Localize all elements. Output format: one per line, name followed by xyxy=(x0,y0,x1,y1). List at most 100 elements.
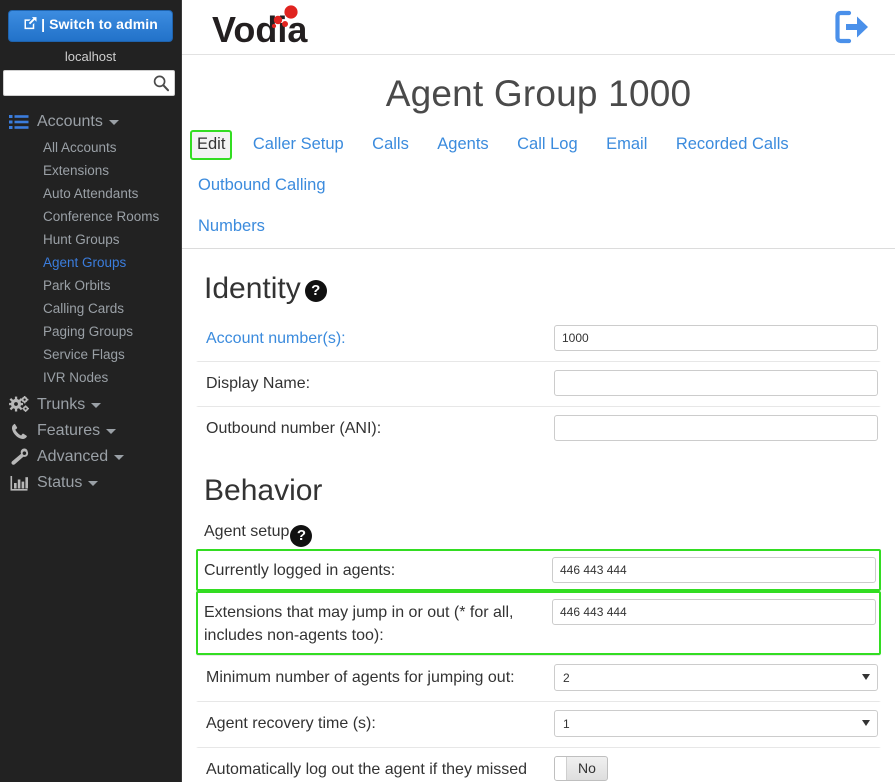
chevron-down-icon xyxy=(91,402,102,408)
auto-logout-toggle[interactable]: No xyxy=(554,756,608,781)
chevron-down-icon xyxy=(88,480,99,486)
field-label: Minimum number of agents for jumping out… xyxy=(206,669,515,686)
sidebar-group-label: Advanced xyxy=(37,448,109,465)
sidebar-group-label: Trunks xyxy=(37,396,86,413)
sidebar-item-service-flags[interactable]: Service Flags xyxy=(0,343,181,366)
tab-caller-setup[interactable]: Caller Setup xyxy=(245,129,352,161)
identity-title-text: Identity xyxy=(204,272,301,305)
search-input[interactable] xyxy=(3,70,175,96)
field-label: Display Name: xyxy=(206,375,311,392)
tab-call-log[interactable]: Call Log xyxy=(509,129,586,161)
vodia-logo: Vodia xyxy=(212,3,310,58)
field-row-display-name: Display Name: xyxy=(196,361,881,406)
field-label: Extensions that may jump in or out (* fo… xyxy=(204,604,514,644)
sign-out-icon xyxy=(833,10,871,50)
behavior-section-title: Behavior xyxy=(204,474,323,507)
agent-setup-subheading: Agent setup? xyxy=(196,519,881,549)
switch-to-admin-label: | Switch to admin xyxy=(41,16,158,32)
field-control xyxy=(552,599,876,625)
sidebar-item-park-orbits[interactable]: Park Orbits xyxy=(0,274,181,297)
tab-email[interactable]: Email xyxy=(598,129,655,161)
tab-outbound-calling[interactable]: Outbound Calling xyxy=(190,170,334,202)
sidebar-group-label: Accounts xyxy=(37,113,103,130)
field-row-extensions-jump-in-out: Extensions that may jump in or out (* fo… xyxy=(196,591,881,655)
gears-icon xyxy=(8,396,30,414)
sidebar-item-extensions[interactable]: Extensions xyxy=(0,159,181,182)
search-box[interactable] xyxy=(3,70,175,96)
sidebar-item-conference-rooms[interactable]: Conference Rooms xyxy=(0,205,181,228)
logout-button[interactable] xyxy=(833,8,871,51)
sidebar-item-calling-cards[interactable]: Calling Cards xyxy=(0,297,181,320)
outbound-number-input[interactable] xyxy=(554,415,878,441)
field-row-currently-logged-in-agents: Currently logged in agents: xyxy=(196,549,881,591)
field-row-auto-logout-missed-call: Automatically log out the agent if they … xyxy=(196,747,881,782)
field-label: Agent recovery time (s): xyxy=(206,715,376,732)
identity-section-title: Identity? xyxy=(196,249,881,317)
agent-setup-label: Agent setup xyxy=(204,523,290,540)
question-mark-icon[interactable]: ? xyxy=(290,525,313,547)
chevron-down-icon xyxy=(862,674,870,680)
sidebar-group-features[interactable]: Features xyxy=(0,419,181,443)
field-label: Automatically log out the agent if they … xyxy=(206,761,528,778)
field-row-account-numbers: Account number(s): xyxy=(196,317,881,361)
toggle-knob xyxy=(555,757,567,780)
sidebar: | Switch to admin localhost Accounts All… xyxy=(0,0,182,782)
top-bar: Vodia xyxy=(182,0,895,55)
sidebar-item-agent-groups[interactable]: Agent Groups xyxy=(0,251,181,274)
tab-numbers[interactable]: Numbers xyxy=(190,211,273,243)
phone-icon xyxy=(8,422,30,440)
sidebar-group-trunks[interactable]: Trunks xyxy=(0,393,181,417)
field-label[interactable]: Account number(s): xyxy=(206,325,554,350)
main-content: Vodia Agent Group 1000 Edit Caller Setup… xyxy=(182,0,895,782)
field-row-minimum-agents-jumping-out: Minimum number of agents for jumping out… xyxy=(196,655,881,701)
sidebar-group-status[interactable]: Status xyxy=(0,471,181,495)
wrench-icon xyxy=(8,448,30,466)
display-name-input[interactable] xyxy=(554,370,878,396)
minimum-agents-select[interactable]: 2 xyxy=(554,664,878,691)
account-numbers-input[interactable] xyxy=(554,325,878,351)
form-content: Identity? Account number(s): Display Nam… xyxy=(182,249,895,782)
currently-logged-in-agents-input[interactable] xyxy=(552,557,876,583)
agent-recovery-time-select[interactable]: 1 xyxy=(554,710,878,737)
tab-recorded-calls[interactable]: Recorded Calls xyxy=(668,129,797,161)
question-mark-icon[interactable]: ? xyxy=(304,280,327,302)
select-value: 1 xyxy=(563,717,570,731)
sidebar-group-advanced[interactable]: Advanced xyxy=(0,445,181,469)
field-row-agent-recovery-time: Agent recovery time (s): 1 xyxy=(196,701,881,747)
sidebar-item-hunt-groups[interactable]: Hunt Groups xyxy=(0,228,181,251)
sidebar-group-label: Features xyxy=(37,422,101,439)
field-label: Outbound number (ANI): xyxy=(206,420,382,437)
sidebar-group-label: Status xyxy=(37,474,83,491)
sidebar-item-paging-groups[interactable]: Paging Groups xyxy=(0,320,181,343)
tab-bar: Edit Caller Setup Calls Agents Call Log … xyxy=(182,125,895,249)
field-control xyxy=(554,370,878,396)
external-link-icon xyxy=(23,16,38,35)
select-value: 2 xyxy=(563,671,570,685)
field-row-outbound-number: Outbound number (ANI): xyxy=(196,406,881,451)
tab-edit[interactable]: Edit xyxy=(190,130,233,160)
sidebar-item-auto-attendants[interactable]: Auto Attendants xyxy=(0,182,181,205)
tab-row-2: Numbers xyxy=(190,207,887,248)
sidebar-item-all-accounts[interactable]: All Accounts xyxy=(0,136,181,159)
sidebar-nav: Accounts All Accounts Extensions Auto At… xyxy=(0,110,181,495)
page-title: Agent Group 1000 xyxy=(385,73,692,114)
sidebar-group-accounts[interactable]: Accounts xyxy=(0,110,181,134)
field-control xyxy=(552,557,876,583)
sidebar-item-ivr-nodes[interactable]: IVR Nodes xyxy=(0,366,181,389)
field-control: No xyxy=(554,756,871,782)
field-control xyxy=(554,415,878,441)
field-label: Currently logged in agents: xyxy=(204,562,396,579)
field-control xyxy=(554,325,878,351)
chevron-down-icon xyxy=(114,454,125,460)
tab-row-1: Edit Caller Setup Calls Agents Call Log … xyxy=(190,125,887,207)
list-icon xyxy=(8,113,30,131)
app-root: | Switch to admin localhost Accounts All… xyxy=(0,0,895,782)
switch-to-admin-button[interactable]: | Switch to admin xyxy=(8,10,173,42)
chevron-down-icon xyxy=(108,119,119,125)
tab-agents[interactable]: Agents xyxy=(429,129,496,161)
chevron-down-icon xyxy=(106,428,117,434)
field-control: 2 xyxy=(554,664,878,691)
tab-calls[interactable]: Calls xyxy=(364,129,417,161)
extensions-jump-input[interactable] xyxy=(552,599,876,625)
toggle-label: No xyxy=(578,760,596,776)
